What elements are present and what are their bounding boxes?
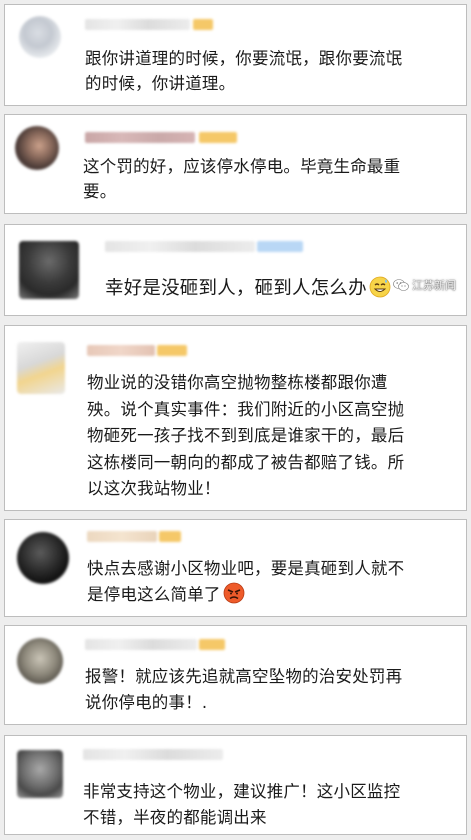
comment-text: 这个罚的好，应该停水停电。毕竟生命最重 要。	[83, 154, 400, 204]
blurred-username[interactable]	[85, 639, 197, 650]
watermark: 江苏新闻	[393, 277, 456, 293]
user-badge	[193, 19, 213, 30]
wechat-icon	[393, 279, 409, 291]
comment-line: 物砸死一孩子找不到到底是谁家干的，最后	[87, 426, 405, 445]
comment-line: 快点去感谢小区物业吧，要是真砸到人就不	[87, 559, 405, 578]
comment-card: 物业说的没错你高空抛物整栋楼都跟你遭 殃。说个真实事件：我们附近的小区高空抛 物…	[4, 325, 467, 511]
comment-line: 幸好是没砸到人，砸到人怎么办	[105, 278, 367, 299]
user-badge	[199, 132, 237, 143]
user-badge	[257, 241, 303, 252]
avatar[interactable]	[19, 241, 79, 299]
smile-sweat-emoji	[369, 276, 391, 298]
comment-line: 是停电这么简单了	[87, 585, 221, 604]
comment-text: 报警！就应该先追就高空坠物的治安处罚再 说你停电的事！.	[85, 664, 402, 716]
comment-card: 非常支持这个物业，建议推广！这小区监控 不错，半夜的都能调出来	[4, 735, 467, 835]
comment-line: 报警！就应该先追就高空坠物的治安处罚再	[85, 667, 403, 686]
avatar[interactable]	[17, 342, 65, 394]
avatar[interactable]	[15, 126, 59, 170]
blurred-username[interactable]	[85, 19, 190, 30]
user-badge	[159, 531, 181, 542]
user-badge	[157, 345, 187, 356]
blurred-username[interactable]	[87, 531, 157, 542]
angry-face-emoji	[223, 582, 245, 604]
user-badge	[199, 639, 225, 650]
blurred-username[interactable]	[105, 241, 255, 252]
comment-line: 以这次我站物业！	[87, 479, 221, 498]
comment-line: 殃。说个真实事件：我们附近的小区高空抛	[87, 399, 405, 419]
comment-line: 的时候，你讲道理。	[85, 74, 236, 93]
avatar[interactable]	[19, 16, 61, 58]
watermark-text: 江苏新闻	[412, 279, 456, 292]
comment-card: 幸好是没砸到人，砸到人怎么办 江苏新闻	[4, 224, 467, 316]
blurred-username[interactable]	[87, 345, 155, 356]
blurred-username[interactable]	[83, 749, 223, 760]
comment-text: 物业说的没错你高空抛物整栋楼都跟你遭 殃。说个真实事件：我们附近的小区高空抛 物…	[87, 370, 404, 503]
comment-line: 这栋楼同一朝向的都成了被告都赔了钱。所	[87, 452, 405, 472]
comment-card: 快点去感谢小区物业吧，要是真砸到人就不 是停电这么简单了	[4, 519, 467, 617]
comment-card: 报警！就应该先追就高空坠物的治安处罚再 说你停电的事！.	[4, 625, 467, 725]
comment-line: 说你停电的事！.	[85, 693, 208, 712]
avatar[interactable]	[17, 638, 63, 684]
comment-card: 跟你讲道理的时候，你要流氓，跟你要流氓 的时候，你讲道理。	[4, 4, 467, 106]
comment-line: 跟你讲道理的时候，你要流氓，跟你要流氓	[85, 49, 403, 68]
comment-line: 不错，半夜的都能调出来	[83, 808, 267, 827]
comment-line: 物业说的没错你高空抛物整栋楼都跟你遭	[87, 373, 388, 392]
comment-text: 幸好是没砸到人，砸到人怎么办	[105, 274, 391, 304]
comment-card: 这个罚的好，应该停水停电。毕竟生命最重 要。	[4, 114, 467, 214]
comment-text: 跟你讲道理的时候，你要流氓，跟你要流氓 的时候，你讲道理。	[85, 46, 402, 96]
avatar[interactable]	[17, 750, 63, 798]
comment-line: 要。	[83, 182, 117, 201]
comment-line: 这个罚的好，应该停水停电。毕竟生命最重	[83, 157, 401, 176]
blurred-username[interactable]	[85, 132, 195, 143]
comment-text: 快点去感谢小区物业吧，要是真砸到人就不 是停电这么简单了	[87, 556, 404, 608]
comment-line: 非常支持这个物业，建议推广！这小区监控	[83, 782, 401, 801]
avatar[interactable]	[17, 532, 69, 584]
comment-text: 非常支持这个物业，建议推广！这小区监控 不错，半夜的都能调出来	[83, 779, 400, 831]
